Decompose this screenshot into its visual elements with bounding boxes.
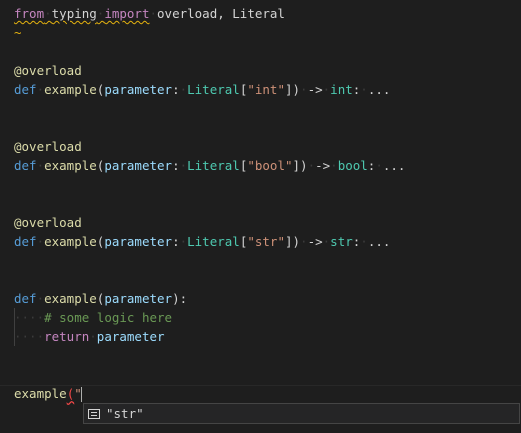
code-line-overload-def[interactable]: def·example(parameter:·Literal["int"])·-…	[14, 80, 521, 99]
code-line-blank[interactable]	[14, 365, 521, 384]
string-literal: "int"	[247, 82, 285, 97]
ellipsis-body: ...	[382, 158, 406, 173]
code-line-blank[interactable]	[14, 251, 521, 270]
code-line-squiggle[interactable]: ~	[14, 23, 521, 42]
code-line-blank[interactable]	[14, 346, 521, 365]
code-line-comment[interactable]: ····# some logic here	[14, 308, 521, 327]
code-line-overload-def[interactable]: def·example(parameter:·Literal["bool"])·…	[14, 156, 521, 175]
return-value: parameter	[96, 329, 165, 344]
keyword-def: def	[14, 82, 37, 97]
text-value-icon	[88, 408, 100, 419]
function-name: example	[44, 158, 97, 173]
import-names: overload, Literal	[157, 6, 285, 21]
code-line-blank[interactable]	[14, 118, 521, 137]
code-comment: # some logic here	[44, 310, 173, 325]
module-name: typing	[51, 6, 97, 21]
suggestion-label: "str"	[106, 406, 144, 421]
code-line-overload-def[interactable]: def·example(parameter:·Literal["str"])·-…	[14, 232, 521, 251]
function-name: example	[44, 82, 97, 97]
function-name: example	[44, 291, 97, 306]
decorator: @overload	[14, 215, 82, 230]
return-type: str	[330, 234, 353, 249]
decorator: @overload	[14, 139, 82, 154]
parameter-name: parameter	[104, 291, 173, 306]
ellipsis-body: ...	[367, 234, 391, 249]
code-line-blank[interactable]	[14, 194, 521, 213]
suggestion-item[interactable]: "str"	[84, 406, 144, 421]
function-name: example	[14, 386, 67, 401]
suggestion-widget[interactable]: "str"	[83, 403, 520, 424]
type-name: Literal	[187, 158, 240, 173]
keyword-import: import	[104, 6, 150, 21]
keyword-def: def	[14, 234, 37, 249]
code-editor[interactable]: from·typing·import·overload, Literal ~ @…	[14, 4, 521, 403]
code-line-call[interactable]: example("	[14, 384, 521, 403]
parameter-name: parameter	[104, 234, 173, 249]
return-type: bool	[337, 158, 368, 173]
code-line-decorator[interactable]: @overload	[14, 61, 521, 80]
warning-squiggle-marker: ~	[14, 25, 22, 40]
decorator: @overload	[14, 63, 82, 78]
keyword-from: from	[14, 6, 45, 21]
code-line-impl-def[interactable]: def·example(parameter):	[14, 289, 521, 308]
code-line-return[interactable]: ····return·parameter	[14, 327, 521, 346]
keyword-return: return	[44, 329, 90, 344]
ellipsis-body: ...	[367, 82, 391, 97]
return-type: int	[330, 82, 353, 97]
keyword-def: def	[14, 291, 37, 306]
code-line-blank[interactable]	[14, 270, 521, 289]
parameter-name: parameter	[104, 158, 173, 173]
code-line-blank[interactable]	[14, 99, 521, 118]
keyword-def: def	[14, 158, 37, 173]
code-line-import[interactable]: from·typing·import·overload, Literal	[14, 4, 521, 23]
code-line-blank[interactable]	[14, 175, 521, 194]
code-line-decorator[interactable]: @overload	[14, 137, 521, 156]
string-literal: "str"	[247, 234, 285, 249]
text-cursor	[80, 387, 82, 402]
parameter-name: parameter	[104, 82, 173, 97]
code-line-decorator[interactable]: @overload	[14, 213, 521, 232]
code-line-blank[interactable]	[14, 42, 521, 61]
type-name: Literal	[187, 234, 240, 249]
string-literal: "bool"	[247, 158, 293, 173]
type-name: Literal	[187, 82, 240, 97]
function-name: example	[44, 234, 97, 249]
